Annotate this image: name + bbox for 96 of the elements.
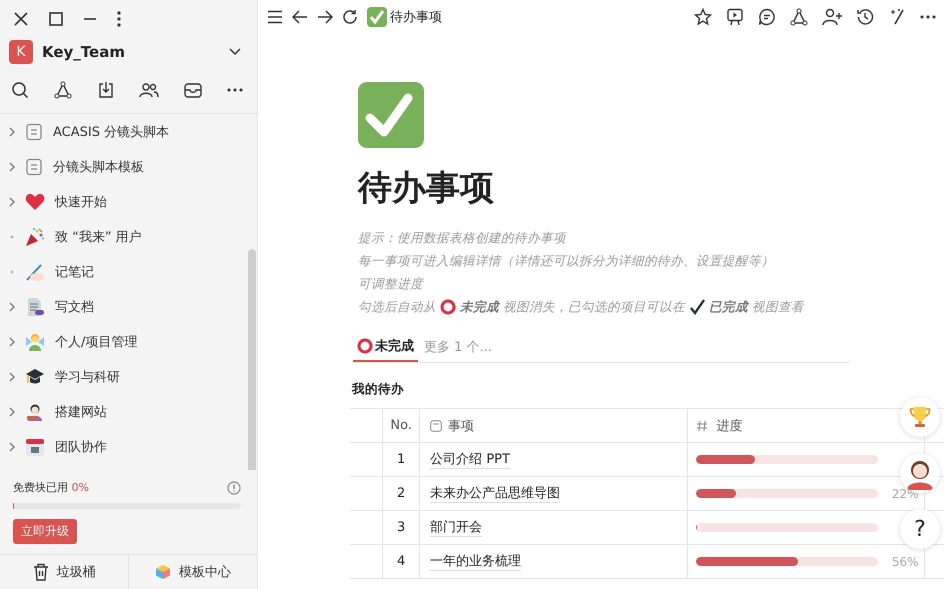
workspace-avatar: K bbox=[9, 40, 33, 64]
more-icon[interactable] bbox=[117, 11, 121, 27]
table-cell[interactable]: 部门开会 bbox=[430, 518, 482, 537]
upgrade-button[interactable]: 立即升级 bbox=[13, 519, 77, 544]
page-icon bbox=[25, 296, 45, 316]
page-breadcrumb[interactable]: 待办事项 bbox=[390, 8, 442, 26]
template-center-button[interactable]: 模板中心 bbox=[128, 555, 257, 589]
sidebar-item[interactable]: 学习与科研 bbox=[9, 359, 257, 394]
sidebar-item[interactable]: 写文档 bbox=[9, 289, 257, 324]
column-header[interactable]: No. bbox=[382, 409, 420, 442]
chevron-right-icon[interactable] bbox=[9, 196, 15, 206]
presentation-icon[interactable] bbox=[726, 8, 744, 26]
checkmark-icon bbox=[358, 82, 424, 148]
chevron-right-icon[interactable] bbox=[9, 406, 15, 416]
forward-icon[interactable] bbox=[317, 10, 333, 24]
text-field-icon bbox=[430, 420, 442, 432]
progress-bar[interactable] bbox=[696, 455, 878, 464]
hint-text: 视图查看 bbox=[752, 298, 804, 316]
ring-icon bbox=[357, 338, 373, 354]
person-icon bbox=[25, 402, 45, 422]
chevron-right-icon[interactable] bbox=[9, 162, 15, 172]
progress-bar[interactable] bbox=[696, 557, 878, 566]
inbox-icon[interactable] bbox=[184, 82, 202, 98]
person-icon bbox=[25, 332, 45, 352]
document-icon bbox=[25, 158, 43, 176]
cube-icon bbox=[155, 564, 171, 580]
hint-text: 勾选后自动从 bbox=[358, 298, 436, 316]
close-icon[interactable] bbox=[13, 11, 29, 27]
more-icon[interactable] bbox=[226, 88, 243, 92]
scrollbar[interactable] bbox=[248, 249, 256, 470]
progress-value: 56% bbox=[892, 554, 918, 568]
sidebar-item[interactable]: 团队协作 bbox=[9, 429, 257, 464]
chevron-down-icon[interactable] bbox=[229, 48, 241, 56]
table-cell: 4 bbox=[382, 545, 420, 578]
trash-icon bbox=[32, 563, 48, 581]
star-icon[interactable] bbox=[694, 8, 712, 26]
chevron-right-icon[interactable] bbox=[9, 302, 15, 312]
number-icon bbox=[696, 420, 708, 432]
comment-icon[interactable] bbox=[758, 8, 776, 26]
chevron-right-icon[interactable] bbox=[9, 442, 15, 452]
heart-icon bbox=[25, 192, 45, 210]
graph-icon[interactable] bbox=[790, 8, 808, 26]
info-icon[interactable] bbox=[227, 480, 241, 494]
history-icon[interactable] bbox=[856, 8, 874, 26]
hint-text: 可调整进度 bbox=[358, 275, 426, 293]
table-title: 我的待办 bbox=[352, 381, 405, 398]
view-name: 已完成 bbox=[709, 298, 748, 316]
hint-text: 提示：使用数据表格创建的待办事项 bbox=[358, 229, 568, 247]
view-tab[interactable]: 未完成 bbox=[353, 332, 418, 362]
checkmark-icon bbox=[689, 298, 705, 314]
document-icon bbox=[25, 122, 43, 140]
members-icon[interactable] bbox=[139, 81, 160, 99]
writing-hand-icon bbox=[25, 262, 45, 282]
chevron-right-icon[interactable] bbox=[9, 126, 15, 136]
workspace-name[interactable]: Key_Team bbox=[42, 43, 229, 61]
sidebar-item[interactable]: 记笔记 bbox=[9, 254, 257, 289]
maximize-icon[interactable] bbox=[49, 12, 63, 26]
graduation-cap-icon bbox=[25, 366, 45, 386]
chevron-right-icon[interactable] bbox=[9, 372, 15, 382]
table-cell: 2 bbox=[382, 477, 420, 510]
help-button[interactable]: ? bbox=[900, 509, 940, 549]
table-cell[interactable]: 公司介绍 PPT bbox=[430, 450, 510, 469]
column-header[interactable]: 事项 bbox=[419, 409, 688, 442]
checkmark-icon bbox=[367, 7, 387, 27]
ring-icon bbox=[440, 298, 456, 314]
search-icon[interactable] bbox=[11, 81, 29, 99]
menu-icon[interactable] bbox=[267, 10, 283, 24]
chevron-right-icon[interactable] bbox=[9, 336, 15, 346]
sidebar-item[interactable]: 分镜头脚本模板 bbox=[9, 149, 257, 184]
trophy-icon bbox=[909, 405, 931, 429]
page-title: 待办事项 bbox=[358, 167, 495, 210]
sidebar-item[interactable]: 搭建网站 bbox=[9, 394, 257, 429]
trash-button[interactable]: 垃圾桶 bbox=[0, 555, 128, 589]
sidebar-item[interactable]: 快速开始 bbox=[9, 184, 257, 219]
view-name: 未完成 bbox=[460, 298, 499, 316]
hint-text: 每一事项可进入编辑详情（详情还可以拆分为详细的待办、设置提醒等） bbox=[358, 252, 775, 270]
sidebar-item[interactable]: ACASIS 分镜头脚本 bbox=[9, 114, 257, 149]
import-icon[interactable] bbox=[96, 81, 115, 99]
table-cell[interactable]: 一年的业务梳理 bbox=[430, 552, 522, 571]
table-cell[interactable]: 未来办公产品思维导图 bbox=[430, 484, 560, 503]
add-user-icon[interactable] bbox=[822, 8, 842, 26]
hint-text: 视图消失，已勾选的项目可以在 bbox=[503, 298, 685, 316]
party-popper-icon bbox=[25, 226, 45, 246]
back-icon[interactable] bbox=[292, 10, 308, 24]
more-icon[interactable] bbox=[920, 15, 936, 19]
table-cell: 1 bbox=[382, 443, 420, 476]
sidebar-item[interactable]: 个人/项目管理 bbox=[9, 324, 257, 359]
graph-icon[interactable] bbox=[54, 81, 72, 99]
refresh-icon[interactable] bbox=[342, 9, 358, 25]
table-cell: 3 bbox=[382, 511, 420, 544]
progress-bar[interactable] bbox=[696, 489, 878, 498]
calendar-icon bbox=[25, 436, 45, 456]
magic-wand-icon[interactable] bbox=[888, 8, 906, 26]
quota-label: 免费块已用 0% bbox=[13, 480, 89, 495]
column-header[interactable]: 进度 bbox=[687, 409, 879, 442]
sidebar-item[interactable]: 致 “我来” 用户 bbox=[9, 219, 257, 254]
